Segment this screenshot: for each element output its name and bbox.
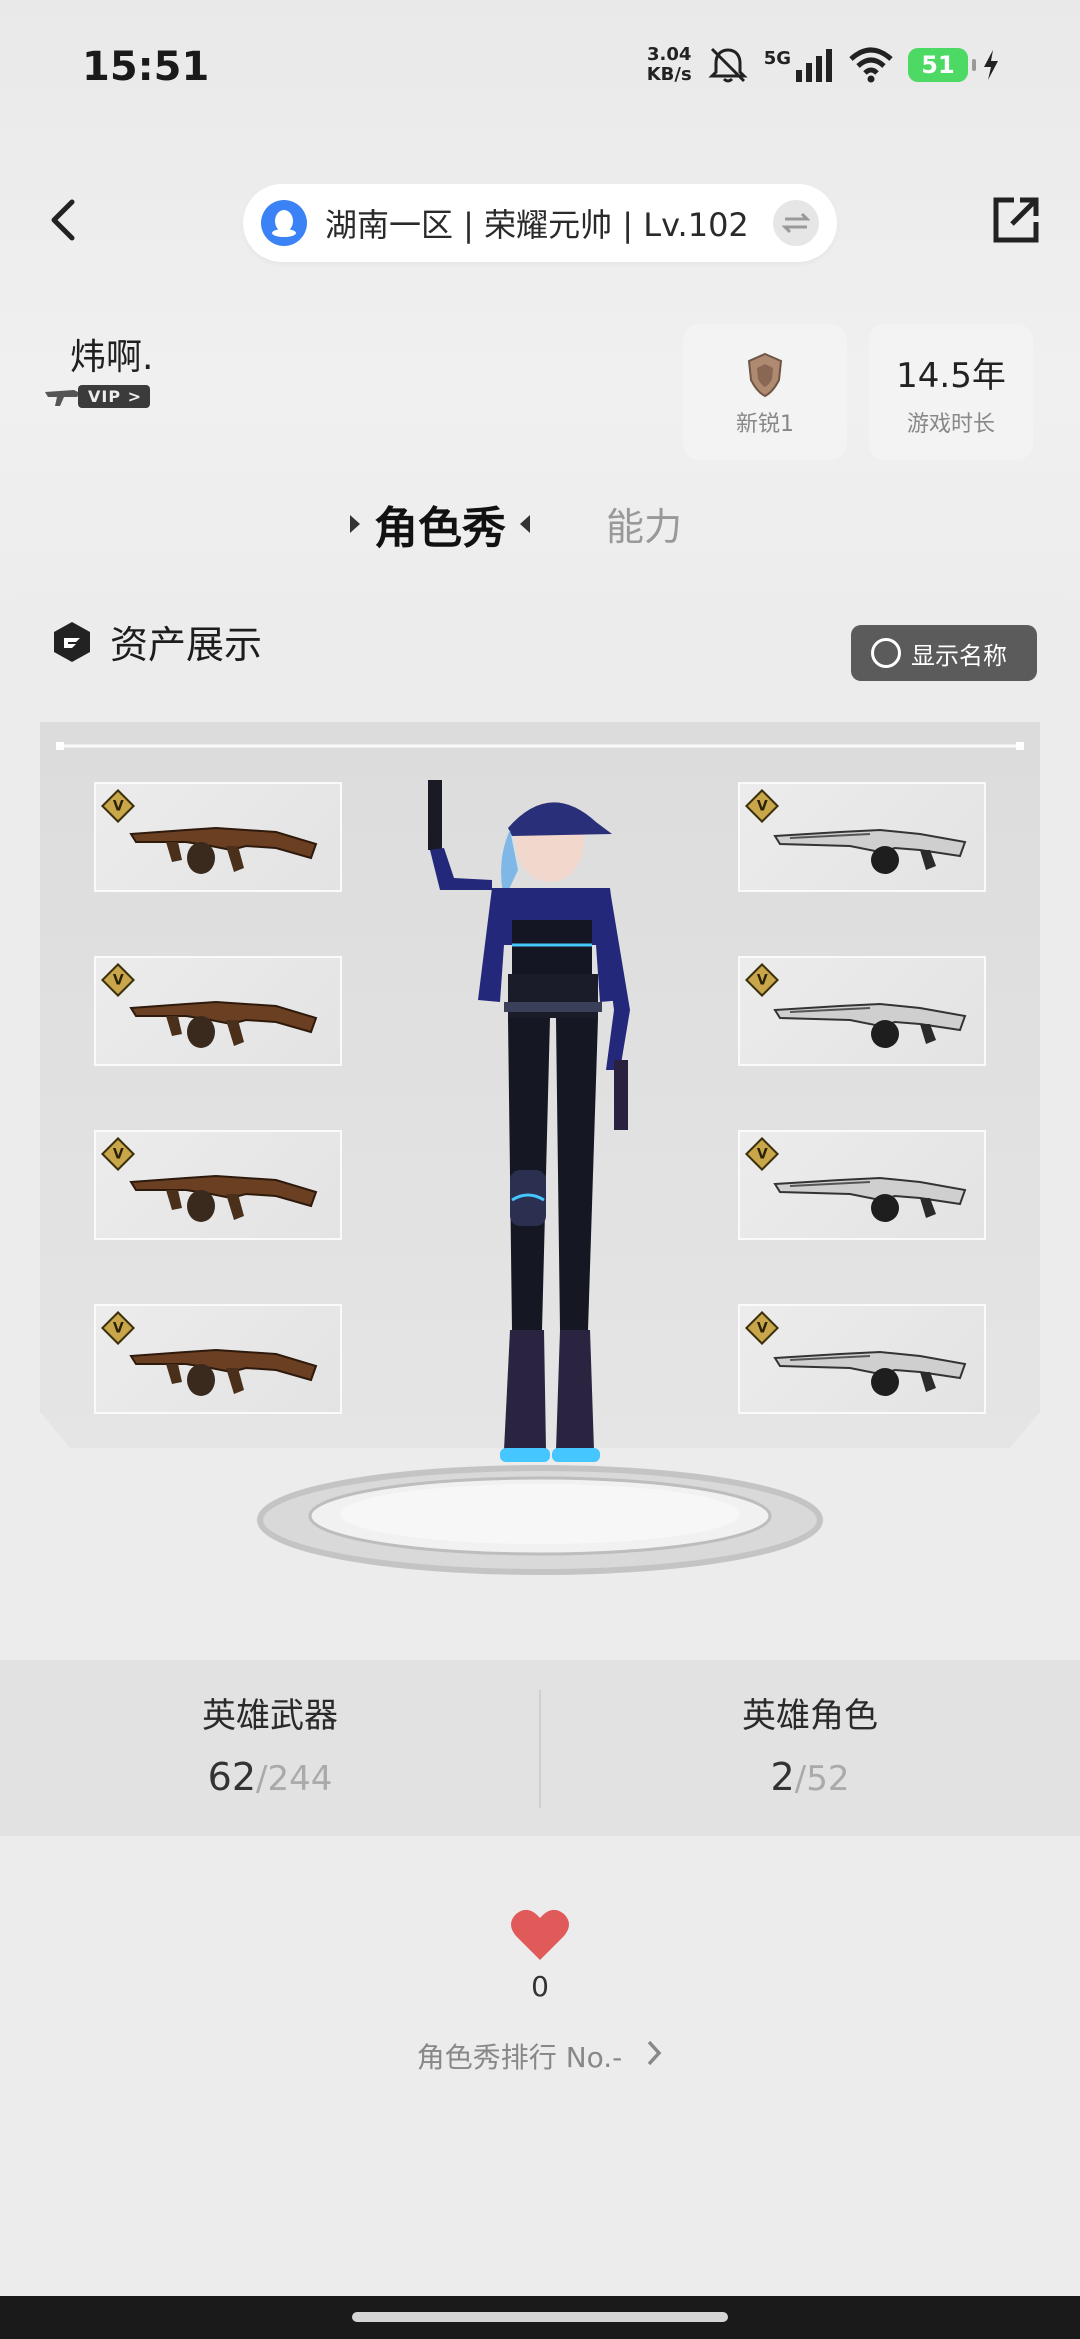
weapon-slot-right-2[interactable]: V: [738, 956, 986, 1066]
network-type: 5G: [763, 48, 791, 69]
swap-icon[interactable]: [773, 200, 819, 246]
rank-label: 新锐1: [736, 412, 794, 437]
vip-badge[interactable]: VIP >: [44, 384, 151, 408]
weapon-slot-right-1[interactable]: V: [738, 782, 986, 892]
weapon-slot-left-3[interactable]: V: [94, 1130, 342, 1240]
asset-section-header: 资产展示: [50, 614, 262, 669]
home-indicator[interactable]: [352, 2312, 728, 2322]
rank-shield-icon: [747, 352, 783, 398]
share-external-icon: [993, 197, 1039, 243]
hero-counts: 英雄武器 62/244 英雄角色 2/52: [0, 1660, 1080, 1836]
hero-roles-count[interactable]: 英雄角色 2/52: [540, 1688, 1080, 1799]
mute-icon: [708, 47, 748, 83]
hero-weapons-count[interactable]: 英雄武器 62/244: [0, 1688, 540, 1799]
hero-roles-value: 2/52: [770, 1755, 850, 1799]
back-button[interactable]: [36, 190, 96, 250]
show-name-label: 显示名称: [911, 641, 1007, 670]
status-icons: 3.04 KB/s 5G 51: [647, 40, 1000, 90]
thompson-gun-icon: [129, 1000, 318, 1048]
showcase-frame-line: [56, 742, 1024, 750]
wifi-icon: [849, 47, 893, 83]
tab-indicator-right-icon: [520, 515, 530, 533]
weapon-slot-right-4[interactable]: V: [738, 1304, 986, 1414]
tab-ability[interactable]: 能力: [606, 496, 682, 551]
radio-circle-icon: [871, 638, 901, 668]
cf-logo-icon: [54, 621, 90, 662]
status-time: 15:51: [82, 44, 210, 90]
tab-role-show[interactable]: 角色秀: [350, 492, 530, 556]
thompson-gun-icon: [129, 1174, 318, 1222]
play-time-value: 14.5年: [896, 356, 1006, 396]
chevron-right-icon: [647, 2040, 662, 2066]
play-time-label: 游戏时长: [906, 412, 995, 437]
signal-bars-icon: [796, 49, 832, 82]
weapon-slot-right-3[interactable]: V: [738, 1130, 986, 1240]
hero-weapons-value: 62/244: [207, 1755, 333, 1799]
cf-gun-icon: [45, 390, 80, 406]
heart-icon[interactable]: [510, 1906, 570, 1962]
weapon-slot-left-2[interactable]: V: [94, 956, 342, 1066]
cellular-signal: 5G: [764, 48, 834, 82]
thompson-gun-icon: [129, 1348, 318, 1396]
role-show-ranking-link[interactable]: 角色秀排行 No.-: [0, 2036, 1080, 2076]
status-bar: 15:51 3.04 KB/s 5G 51: [0, 0, 1080, 140]
hero-weapons-label: 英雄武器: [202, 1696, 338, 1736]
show-name-toggle[interactable]: 显示名称: [851, 625, 1037, 681]
vip-label: VIP >: [78, 384, 151, 408]
player-name: 炜啊.: [70, 337, 154, 378]
network-speed-unit: KB/s: [646, 64, 692, 85]
rank-card[interactable]: 新锐1: [683, 324, 847, 460]
tommy-gun-silver-icon: [773, 828, 967, 874]
tab-role-show-label: 角色秀: [374, 503, 506, 554]
charging-icon: [984, 50, 998, 80]
character-model: [428, 780, 630, 1462]
weapon-slot-left-1[interactable]: V: [94, 782, 342, 892]
network-speed-value: 3.04: [646, 44, 692, 65]
ranking-label: 角色秀排行 No.-: [416, 2041, 623, 2074]
chevron-left-icon: [51, 199, 75, 241]
share-button[interactable]: [986, 190, 1046, 250]
thompson-gun-icon: [129, 826, 318, 874]
battery-indicator: 51: [908, 48, 976, 82]
server-info: 湖南一区 | 荣耀元帅 | Lv.102: [325, 206, 749, 244]
network-speed: 3.04 KB/s: [647, 45, 692, 85]
battery-level: 51: [921, 51, 955, 79]
qq-icon: [261, 200, 307, 246]
tab-indicator-left-icon: [350, 515, 360, 533]
tommy-gun-silver-icon: [773, 1176, 967, 1222]
hero-roles-label: 英雄角色: [742, 1696, 878, 1736]
server-selector[interactable]: 湖南一区 | 荣耀元帅 | Lv.102: [243, 184, 837, 262]
like-count: 0: [531, 1970, 549, 2003]
tommy-gun-silver-icon: [773, 1350, 967, 1396]
play-time-card: 14.5年 游戏时长: [869, 324, 1033, 460]
tommy-gun-silver-icon: [773, 1002, 967, 1048]
weapon-slot-left-4[interactable]: V: [94, 1304, 342, 1414]
asset-title: 资产展示: [110, 623, 263, 667]
